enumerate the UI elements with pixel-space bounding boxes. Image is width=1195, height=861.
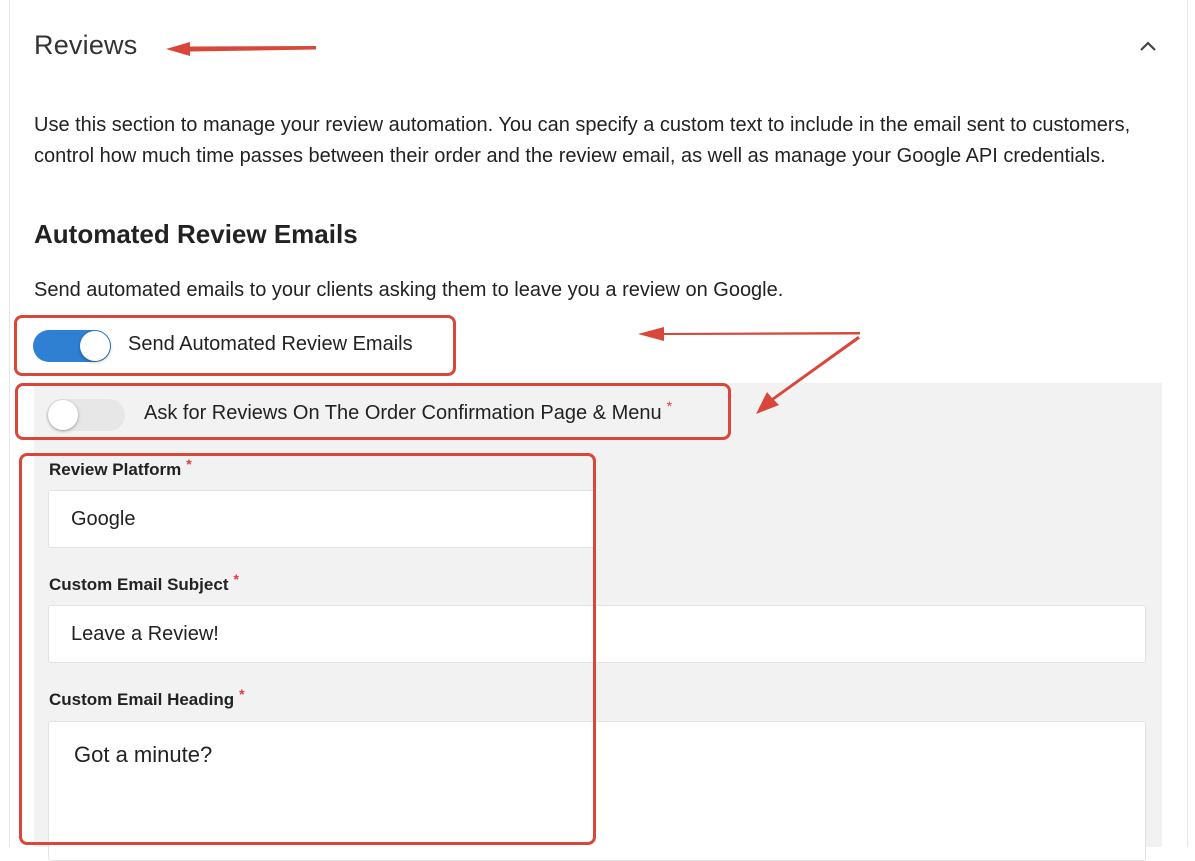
toggle-knob	[48, 400, 78, 430]
section-title: Reviews	[34, 30, 138, 60]
required-mark: *	[233, 571, 239, 587]
required-mark: *	[186, 456, 192, 472]
required-mark: *	[666, 398, 673, 414]
required-mark: *	[239, 686, 245, 702]
toggle-knob	[80, 331, 110, 361]
review-platform-value: Google	[71, 507, 136, 530]
automated-heading: Automated Review Emails	[34, 219, 358, 249]
email-heading-textarea[interactable]: Got a minute?	[48, 721, 1146, 861]
email-subject-input[interactable]: Leave a Review!	[48, 605, 1146, 663]
ask-reviews-toggle[interactable]	[47, 399, 125, 431]
email-heading-label: Custom Email Heading *	[49, 686, 245, 710]
email-subject-value: Leave a Review!	[71, 622, 219, 645]
collapse-button[interactable]	[1136, 34, 1160, 58]
email-subject-label: Custom Email Subject *	[49, 571, 239, 595]
send-emails-toggle[interactable]	[33, 330, 111, 362]
email-heading-value: Got a minute?	[74, 742, 213, 767]
email-subject-label-text: Custom Email Subject	[49, 575, 229, 594]
automated-subtitle: Send automated emails to your clients as…	[34, 279, 784, 301]
ask-reviews-label: Ask for Reviews On The Order Confirmatio…	[144, 398, 672, 425]
review-platform-select[interactable]: Google	[48, 490, 596, 548]
section-description: Use this section to manage your review a…	[34, 114, 1131, 167]
email-heading-label-text: Custom Email Heading	[49, 690, 235, 709]
send-emails-label: Send Automated Review Emails	[128, 333, 413, 355]
ask-reviews-text: Ask for Reviews On The Order Confirmatio…	[144, 402, 662, 424]
review-platform-label: Review Platform *	[49, 456, 192, 480]
chevron-up-icon	[1140, 41, 1156, 51]
review-platform-label-text: Review Platform	[49, 460, 182, 479]
